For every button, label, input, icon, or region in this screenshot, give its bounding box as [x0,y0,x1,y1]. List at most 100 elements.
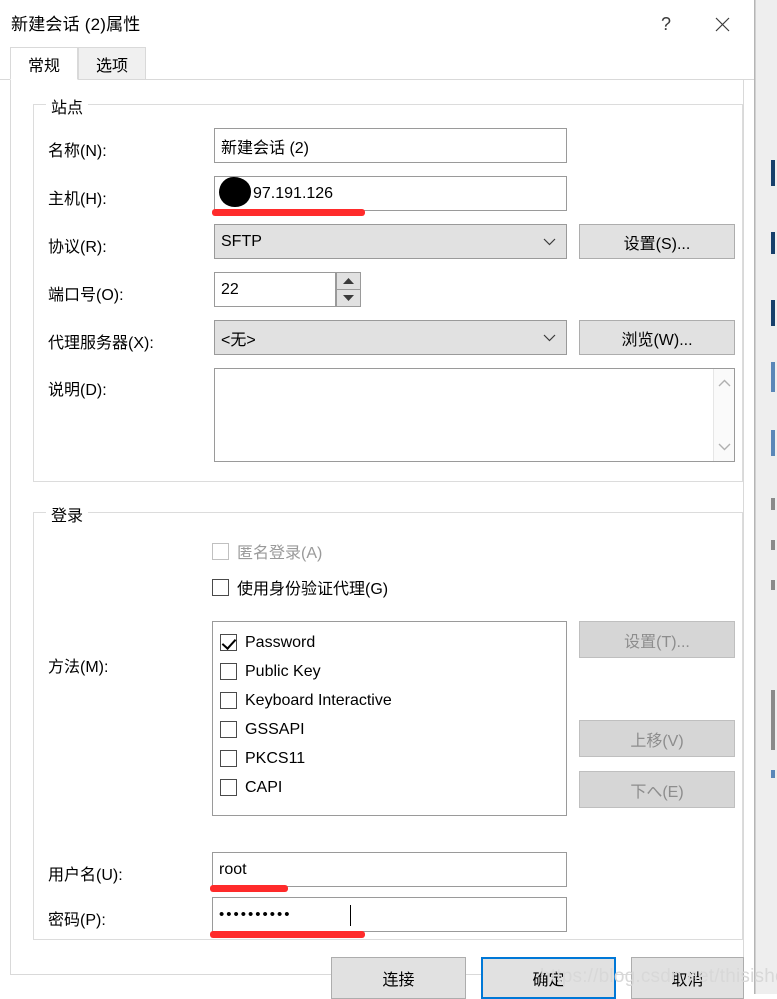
checkbox-box [220,721,237,738]
general-tab-panel: 站点 名称(N): 新建会话 (2) 主机(H): 97.191.126 协议(… [10,80,744,999]
username-input[interactable]: root [212,852,567,887]
bg-streak [771,690,775,750]
method-label: CAPI [245,778,283,796]
auth-agent-checkbox[interactable]: 使用身份验证代理(G) [212,575,388,599]
bg-streak [771,430,775,456]
move-down-button-label: 下へ(E) [630,783,684,801]
text-caret [350,905,351,926]
method-label: Keyboard Interactive [245,691,392,709]
name-label: 名称(N): [48,143,107,160]
methods-label: 方法(M): [48,659,109,676]
tab-options-label: 选项 [95,57,128,75]
tab-options[interactable]: 选项 [78,47,146,80]
spinner-down-icon[interactable] [337,290,360,306]
help-icon[interactable]: ? [642,0,690,48]
port-label: 端口号(O): [48,287,124,304]
bg-streak [771,498,775,510]
session-properties-dialog: 新建会话 (2)属性 ? 常规 选项 站点 名称(N): 新建会话 (2) 主机… [0,0,755,999]
proxy-select-value: <无> [221,331,256,349]
dialog-body: 站点 名称(N): 新建会话 (2) 主机(H): 97.191.126 协议(… [0,80,754,999]
scroll-up-icon[interactable] [718,374,731,392]
name-input-value: 新建会话 (2) [221,139,310,157]
chevron-down-icon [543,334,556,342]
window-title: 新建会话 (2)属性 [11,15,141,34]
move-up-button-label: 上移(V) [630,732,684,750]
description-label: 说明(D): [48,382,107,399]
password-input-value: •••••••••• [219,906,292,923]
site-group-title: 站点 [46,94,89,118]
bg-streak [771,540,775,550]
connect-button[interactable]: 连接 [331,957,466,999]
move-up-button[interactable]: 上移(V) [579,720,735,757]
tab-general-label: 常规 [27,57,60,75]
method-settings-button-label: 设置(T)... [624,633,690,651]
checkbox-box [220,750,237,767]
site-group: 站点 名称(N): 新建会话 (2) 主机(H): 97.191.126 协议(… [33,94,743,482]
bg-streak [771,580,775,590]
proxy-label: 代理服务器(X): [48,335,154,352]
port-input-value: 22 [221,280,239,298]
protocol-select[interactable]: SFTP [214,224,567,259]
description-scrollbar[interactable] [713,369,734,461]
protocol-settings-button[interactable]: 设置(S)... [579,224,735,259]
login-group: 登录 匿名登录(A) 使用身份验证代理(G) 方法(M): Password P… [33,502,743,940]
host-input[interactable]: 97.191.126 [214,176,567,211]
protocol-settings-button-label: 设置(S)... [623,235,691,253]
description-textarea[interactable] [214,368,735,462]
list-item[interactable]: Password [220,628,566,657]
username-annotation-underline [210,885,288,892]
spinner-up-icon[interactable] [337,273,360,289]
username-input-value: root [219,860,247,878]
tab-strip: 常规 选项 [0,47,754,80]
bg-streak [771,300,775,326]
proxy-browse-button-label: 浏览(W)... [621,331,693,349]
list-item[interactable]: CAPI [220,773,566,802]
username-label: 用户名(U): [48,867,123,884]
port-input[interactable]: 22 [214,272,336,307]
anonymous-login-checkbox[interactable]: 匿名登录(A) [212,539,322,563]
protocol-select-value: SFTP [221,232,262,250]
port-spinner[interactable] [336,272,361,307]
host-redaction-blob [219,177,251,207]
watermark-text: https://blog.csdn.net/thisishong [540,966,777,987]
list-item[interactable]: PKCS11 [220,744,566,773]
auth-agent-label: 使用身份验证代理(G) [237,581,389,598]
checkbox-box [220,779,237,796]
protocol-label: 协议(R): [48,239,107,256]
checkbox-box [220,692,237,709]
anonymous-login-label: 匿名登录(A) [237,545,323,562]
method-settings-button[interactable]: 设置(T)... [579,621,735,658]
checkbox-box [212,578,229,596]
method-label: Password [245,633,316,651]
checkbox-box [212,542,229,560]
auth-methods-list[interactable]: Password Public Key Keyboard Interactive… [212,621,567,816]
password-label: 密码(P): [48,912,106,929]
connect-button-label: 连接 [382,972,415,989]
host-annotation-underline [212,209,365,216]
checkbox-box [220,663,237,680]
bg-streak [771,160,775,186]
list-item[interactable]: Public Key [220,657,566,686]
method-label: PKCS11 [245,749,306,767]
login-group-title: 登录 [46,502,89,526]
move-down-button[interactable]: 下へ(E) [579,771,735,808]
password-annotation-underline [210,931,365,938]
proxy-browse-button[interactable]: 浏览(W)... [579,320,735,355]
list-item[interactable]: Keyboard Interactive [220,686,566,715]
bg-streak [771,232,775,254]
title-bar: 新建会话 (2)属性 ? [0,0,754,48]
scroll-down-icon[interactable] [718,438,731,456]
method-label: GSSAPI [245,720,305,738]
method-label: Public Key [245,662,321,680]
list-item[interactable]: GSSAPI [220,715,566,744]
bg-streak [771,362,775,392]
proxy-select[interactable]: <无> [214,320,567,355]
checkbox-box [220,634,237,651]
close-icon[interactable] [698,0,746,48]
name-input[interactable]: 新建会话 (2) [214,128,567,163]
chevron-down-icon [543,238,556,246]
tab-general[interactable]: 常规 [10,47,78,80]
host-label: 主机(H): [48,191,107,208]
background-window-sliver [755,0,777,994]
password-input[interactable]: •••••••••• [212,897,567,932]
